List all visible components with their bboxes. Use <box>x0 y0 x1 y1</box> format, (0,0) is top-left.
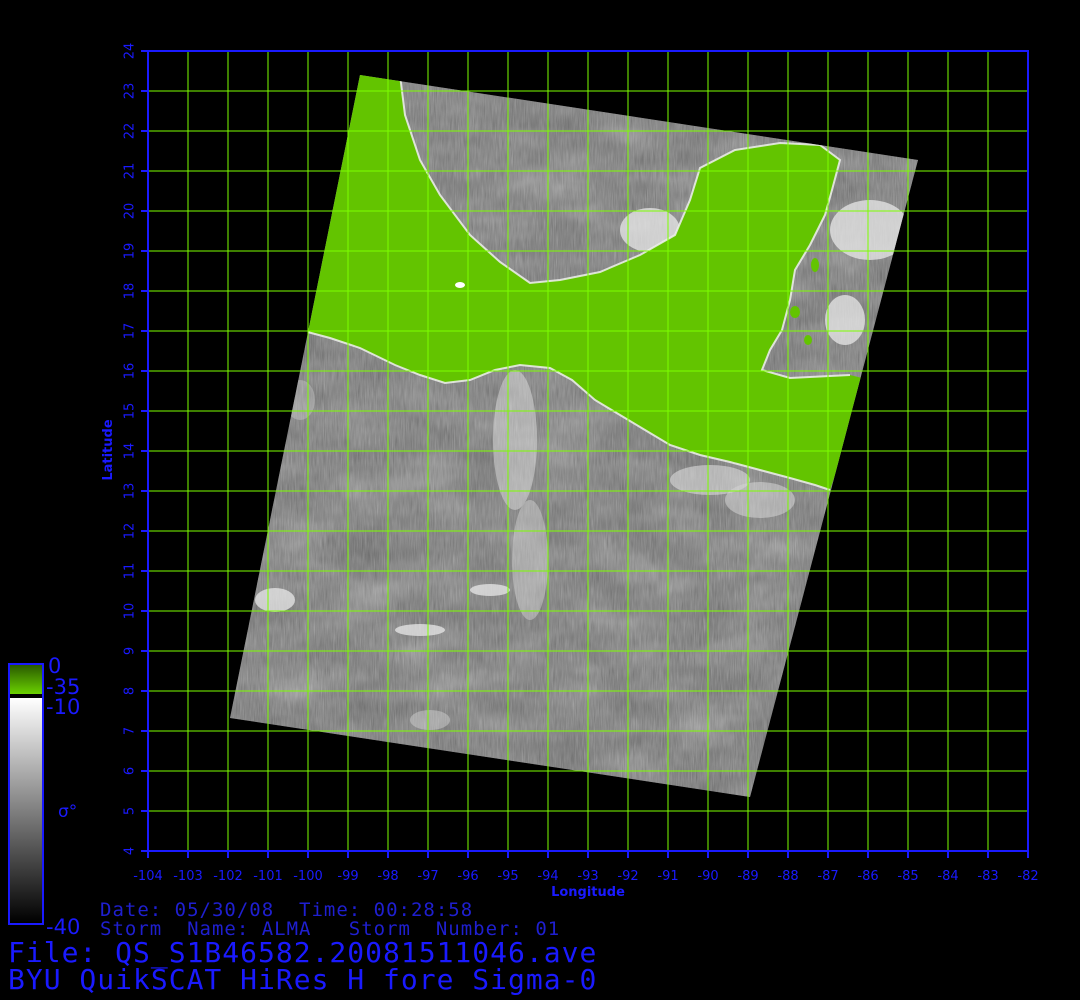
y-tick-label: 6 <box>123 767 138 775</box>
graticule-grid <box>147 50 1029 852</box>
x-tick-label: -102 <box>213 869 243 884</box>
x-tick-label: -96 <box>457 869 478 884</box>
colorbar <box>8 663 44 925</box>
y-tick-label: 10 <box>123 603 138 620</box>
sigma0-map: -104 -103 -102 -101 -100 -99 -98 -97 -96 -95 -94 -9… <box>101 43 1039 900</box>
colorbar-label-sigma-high: -10 <box>46 695 81 719</box>
x-tick-label: -97 <box>417 869 438 884</box>
x-tick-label: -95 <box>497 869 518 884</box>
y-tick-label: 24 <box>123 43 138 60</box>
y-tick-label: 11 <box>123 563 138 580</box>
x-tick-label: -104 <box>133 869 163 884</box>
y-tick-label: 21 <box>123 163 138 180</box>
x-tick-label: -100 <box>293 869 323 884</box>
x-tick-label: -101 <box>253 869 283 884</box>
y-tick-label: 12 <box>123 523 138 540</box>
y-tick-label: 17 <box>123 323 138 340</box>
y-tick-label: 9 <box>123 647 138 655</box>
x-axis-title: Longitude <box>551 885 625 900</box>
y-tick-label: 18 <box>123 283 138 300</box>
x-tick-label: -90 <box>697 869 718 884</box>
product-line: BYU QuikSCAT HiRes H fore Sigma-0 <box>8 963 598 996</box>
x-tick-label: -83 <box>977 869 998 884</box>
longitude-ticks: -104 -103 -102 -101 -100 -99 -98 -97 -96 -95 -94 -9… <box>133 851 1039 884</box>
y-tick-label: 15 <box>123 403 138 420</box>
y-tick-label: 13 <box>123 483 138 500</box>
y-tick-label: 8 <box>123 687 138 695</box>
colorbar-symbol: σ° <box>58 802 78 822</box>
swath-image <box>230 75 918 797</box>
x-tick-label: -82 <box>1017 869 1038 884</box>
x-tick-label: -99 <box>337 869 358 884</box>
x-tick-label: -103 <box>173 869 203 884</box>
x-tick-label: -84 <box>937 869 958 884</box>
y-tick-label: 23 <box>123 83 138 100</box>
island-marker <box>455 282 465 288</box>
x-tick-label: -93 <box>577 869 598 884</box>
x-tick-label: -86 <box>857 869 878 884</box>
y-tick-label: 7 <box>123 727 138 735</box>
y-axis-title: Latitude <box>101 419 116 481</box>
y-tick-label: 14 <box>123 443 138 460</box>
y-tick-label: 22 <box>123 123 138 140</box>
x-tick-label: -85 <box>897 869 918 884</box>
y-tick-label: 16 <box>123 363 138 380</box>
y-tick-label: 4 <box>123 847 138 855</box>
y-tick-label: 5 <box>123 807 138 815</box>
x-tick-label: -87 <box>817 869 838 884</box>
x-tick-label: -98 <box>377 869 398 884</box>
y-tick-label: 19 <box>123 243 138 260</box>
x-tick-label: -89 <box>737 869 758 884</box>
x-tick-label: -91 <box>657 869 678 884</box>
x-tick-label: -92 <box>617 869 638 884</box>
x-tick-label: -88 <box>777 869 798 884</box>
colorbar-sigma-segment <box>10 698 42 923</box>
y-tick-label: 20 <box>123 203 138 220</box>
colorbar-land-segment <box>10 665 42 694</box>
x-tick-label: -94 <box>537 869 558 884</box>
latitude-ticks: 4 5 6 7 8 9 10 11 12 13 14 15 16 17 18 19 20 21 22 23 24 <box>123 43 148 855</box>
